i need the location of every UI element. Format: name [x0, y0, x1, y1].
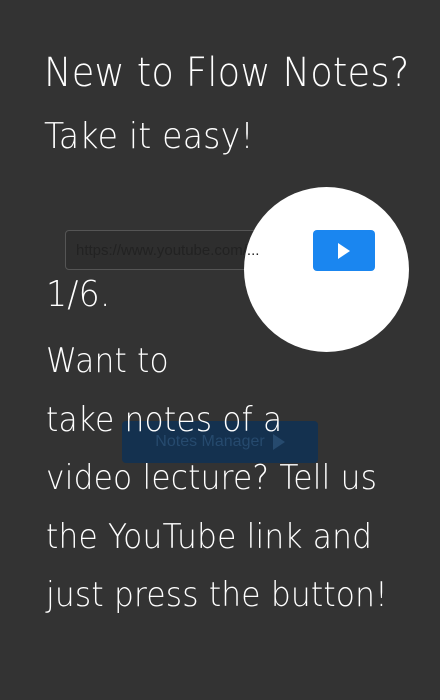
tutorial-body: Want to take notes of a video lecture? T…: [46, 332, 388, 625]
tutorial-title: New to Flow Notes?: [44, 50, 410, 96]
tutorial-body-line: just press the button!: [46, 575, 388, 615]
play-button[interactable]: [313, 230, 375, 271]
tutorial-body-line: Want to: [46, 341, 169, 381]
play-icon: [338, 242, 350, 259]
tutorial-body-line: the YouTube link and: [46, 516, 373, 557]
tutorial-step-indicator: 1/6.: [46, 274, 111, 315]
tutorial-body-line: video lecture? Tell us: [46, 458, 378, 498]
youtube-url-value: https://www.youtube.com/...: [76, 241, 260, 259]
youtube-url-input[interactable]: https://www.youtube.com/...: [66, 231, 316, 269]
onboarding-screen: New to Flow Notes? Take it easy! Notes M…: [0, 0, 440, 700]
tutorial-subtitle: Take it easy!: [44, 116, 254, 157]
tutorial-body-line: take notes of a: [46, 399, 283, 440]
